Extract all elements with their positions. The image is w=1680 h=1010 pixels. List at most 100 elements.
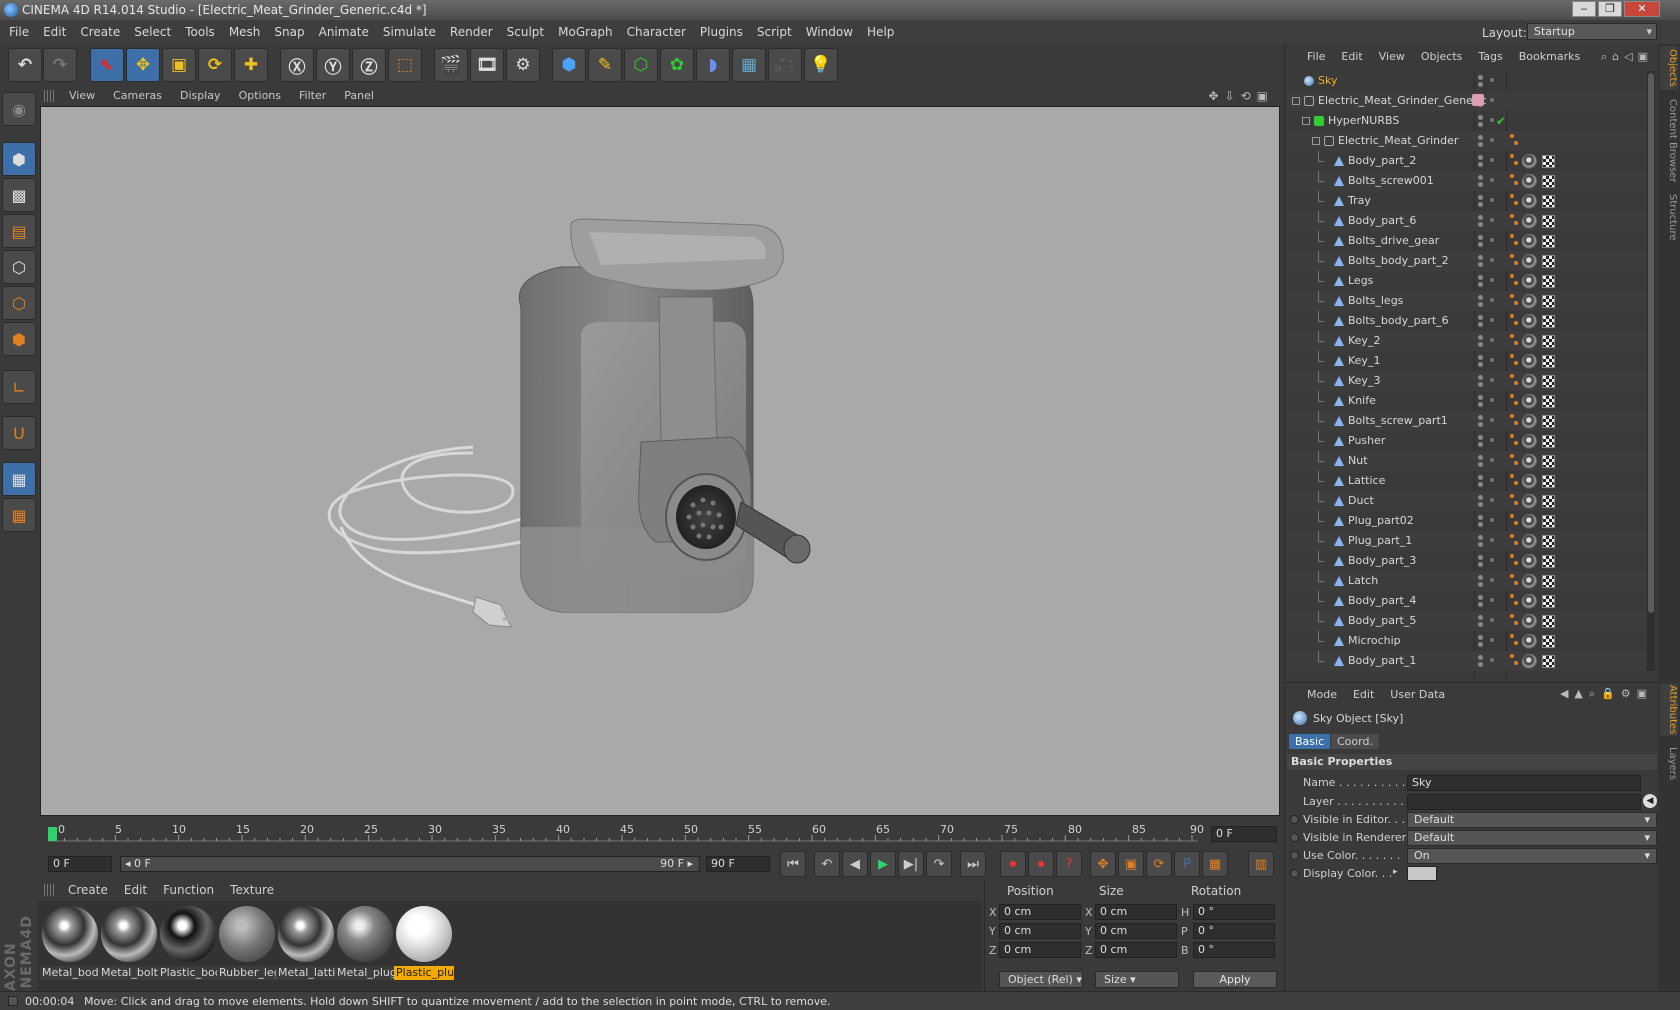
uvw-tag-icon[interactable] <box>1542 395 1555 408</box>
phong-tag-icon[interactable] <box>1514 181 1518 185</box>
phong-tag-icon[interactable] <box>1510 354 1514 358</box>
object-row[interactable]: Electric_Meat_Grinder_Generic <box>1288 91 1646 111</box>
size-z-field[interactable]: 0 cm <box>1095 942 1177 958</box>
material-tag-icon[interactable] <box>1522 414 1537 429</box>
object-row[interactable]: Body_part_6 <box>1288 211 1646 231</box>
phong-tag-icon[interactable] <box>1514 301 1518 305</box>
enable-dot[interactable] <box>1490 398 1494 402</box>
menu-animate[interactable]: Animate <box>312 20 376 44</box>
enable-dot[interactable] <box>1490 298 1494 302</box>
object-row[interactable]: Tray <box>1288 191 1646 211</box>
om-menu-tags[interactable]: Tags <box>1470 47 1510 67</box>
render-visibility-dot[interactable] <box>1478 482 1483 487</box>
phong-tag-icon[interactable] <box>1510 294 1514 298</box>
material-swatch[interactable]: Metal_bolt <box>99 904 159 980</box>
render-visibility-dot[interactable] <box>1478 282 1483 287</box>
position-y-field[interactable]: 0 cm <box>999 923 1081 939</box>
uvw-tag-icon[interactable] <box>1542 415 1555 428</box>
enable-dot[interactable] <box>1490 658 1494 662</box>
object-row[interactable]: Body_part_5 <box>1288 611 1646 631</box>
render-visibility-dot[interactable] <box>1478 162 1483 167</box>
coordinate-system-icon[interactable]: ⬚ <box>388 48 422 82</box>
tab-structure[interactable]: Structure <box>1660 192 1678 242</box>
render-visibility-dot[interactable] <box>1478 582 1483 587</box>
autokey-icon[interactable]: ⏺ <box>1028 851 1054 877</box>
editor-visibility-dot[interactable] <box>1478 375 1483 380</box>
object-row[interactable]: Bolts_legs <box>1288 291 1646 311</box>
uvw-tag-icon[interactable] <box>1542 555 1555 568</box>
phong-tag-icon[interactable] <box>1510 274 1514 278</box>
editor-visibility-dot[interactable] <box>1478 555 1483 560</box>
coordinate-mode-select[interactable]: Object (Rel) ▾ <box>999 971 1083 988</box>
object-row[interactable]: Duct <box>1288 491 1646 511</box>
tab-objects[interactable]: Objects <box>1660 46 1678 90</box>
uvw-tag-icon[interactable] <box>1542 615 1555 628</box>
tab-content-browser[interactable]: Content Browser <box>1660 96 1678 186</box>
menu-help[interactable]: Help <box>860 20 901 44</box>
editor-visibility-dot[interactable] <box>1478 175 1483 180</box>
editor-visibility-dot[interactable] <box>1478 395 1483 400</box>
z-axis-lock-icon[interactable]: Ⓩ <box>352 48 386 82</box>
render-visibility-dot[interactable] <box>1478 502 1483 507</box>
material-tag-icon[interactable] <box>1522 354 1537 369</box>
menu-tools[interactable]: Tools <box>178 20 222 44</box>
material-tag-icon[interactable] <box>1522 154 1537 169</box>
uvw-tag-icon[interactable] <box>1542 435 1555 448</box>
phong-tag-icon[interactable] <box>1514 361 1518 365</box>
material-tag-icon[interactable] <box>1522 374 1537 389</box>
expand-arrow-icon[interactable]: ▸ <box>1393 867 1398 877</box>
menu-file[interactable]: File <box>0 20 36 44</box>
editor-visibility-dot[interactable] <box>1478 315 1483 320</box>
uvw-tag-icon[interactable] <box>1542 195 1555 208</box>
render-visibility-dot[interactable] <box>1478 542 1483 547</box>
tab-coord[interactable]: Coord. <box>1331 734 1379 749</box>
layout-select[interactable]: Startup <box>1527 23 1657 40</box>
phong-tag-icon[interactable] <box>1510 194 1514 198</box>
enable-dot[interactable] <box>1490 358 1494 362</box>
render-visibility-dot[interactable] <box>1478 662 1483 667</box>
material-menu-function[interactable]: Function <box>155 879 222 901</box>
uvw-tag-icon[interactable] <box>1542 255 1555 268</box>
om-menu-view[interactable]: View <box>1371 47 1413 67</box>
phong-tag-icon[interactable] <box>1510 614 1514 618</box>
viewport-menu-options[interactable]: Options <box>230 86 290 106</box>
menu-mograph[interactable]: MoGraph <box>551 20 620 44</box>
phong-tag-icon[interactable] <box>1510 534 1514 538</box>
phong-tag-icon[interactable] <box>1510 254 1514 258</box>
enable-dot[interactable] <box>1490 558 1494 562</box>
rotate-tool-icon[interactable]: ⟳ <box>198 48 232 82</box>
menu-edit[interactable]: Edit <box>36 20 73 44</box>
animate-radio-icon[interactable] <box>1290 833 1299 842</box>
enable-dot[interactable] <box>1490 578 1494 582</box>
uvw-tag-icon[interactable] <box>1542 315 1555 328</box>
material-swatch[interactable]: Plastic_boc <box>158 904 218 980</box>
layer-color-tag[interactable] <box>1472 94 1484 106</box>
menu-select[interactable]: Select <box>127 20 178 44</box>
object-row[interactable]: Body_part_3 <box>1288 551 1646 571</box>
texture-mode-icon[interactable]: ▩ <box>2 178 36 212</box>
editor-visibility-dot[interactable] <box>1478 415 1483 420</box>
transform-tool-icon[interactable]: ✚ <box>234 48 268 82</box>
menu-plugins[interactable]: Plugins <box>693 20 750 44</box>
enable-dot[interactable] <box>1490 518 1494 522</box>
render-visibility-dot[interactable] <box>1478 442 1483 447</box>
go-to-start-icon[interactable]: ⏮ <box>780 851 806 877</box>
redo-icon[interactable]: ↷ <box>43 48 77 82</box>
phong-tag-icon[interactable] <box>1514 401 1518 405</box>
phong-tag-icon[interactable] <box>1510 474 1514 478</box>
editor-visibility-dot[interactable] <box>1478 495 1483 500</box>
am-menu-mode[interactable]: Mode <box>1285 685 1345 705</box>
render-visibility-dot[interactable] <box>1478 402 1483 407</box>
x-axis-lock-icon[interactable]: Ⓧ <box>280 48 314 82</box>
render-visibility-dot[interactable] <box>1478 142 1483 147</box>
editor-visibility-dot[interactable] <box>1478 215 1483 220</box>
phong-tag-icon[interactable] <box>1510 374 1514 378</box>
phong-tag-icon[interactable] <box>1510 314 1514 318</box>
layer-field[interactable] <box>1407 794 1641 810</box>
editor-visibility-dot[interactable] <box>1478 355 1483 360</box>
phong-tag-icon[interactable] <box>1510 494 1514 498</box>
render-visibility-dot[interactable] <box>1478 202 1483 207</box>
render-picture-viewer-icon[interactable]: 🎞 <box>470 48 504 82</box>
viewport-nav-icons[interactable]: ✥⇩⟲▣ <box>1208 89 1274 103</box>
enable-dot[interactable] <box>1490 278 1494 282</box>
